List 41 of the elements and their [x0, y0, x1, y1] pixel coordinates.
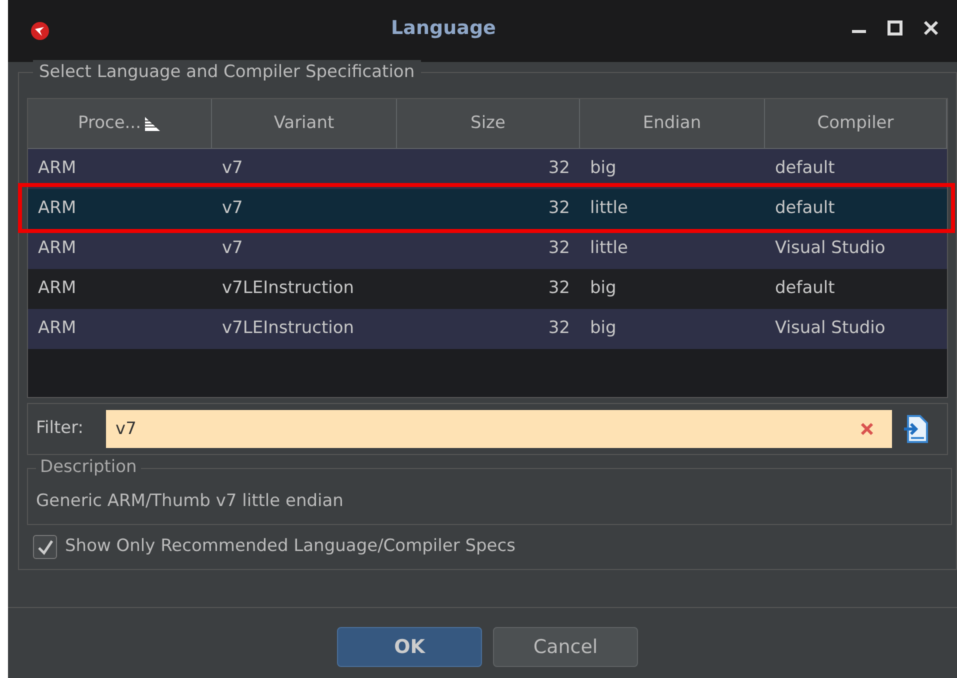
table-cell-text: big — [589, 317, 618, 340]
table-cell-text: little — [589, 237, 629, 260]
table-row[interactable]: ARM v7LEInstruction 32 big Visual Studio — [28, 309, 947, 349]
table-cell-text: ARM — [37, 197, 78, 220]
app-logo-icon — [30, 21, 50, 41]
table-cell-text: Visual Studio — [774, 237, 886, 260]
table-cell-text: v7 — [221, 157, 244, 180]
table-cell-text: ARM — [37, 277, 78, 300]
recommended-label: Show Only Recommended Language/Compiler Specs — [65, 535, 516, 558]
table-cell-text: 32 — [547, 277, 571, 300]
table-cell-text: Visual Studio — [774, 317, 886, 340]
table-row[interactable]: ARM v7 32 little default — [28, 189, 947, 229]
window-title: Language — [390, 16, 497, 41]
clear-icon[interactable] — [860, 422, 874, 436]
table-row[interactable]: ARM v7 32 big default — [28, 149, 947, 189]
table-cell-text: v7LEInstruction — [221, 317, 356, 340]
ok-button[interactable]: OK — [337, 627, 482, 667]
close-icon[interactable] — [923, 20, 939, 36]
filter-field[interactable]: v7 — [106, 410, 892, 448]
filter-label: Filter: — [36, 417, 84, 440]
table-cell-text: v7LEInstruction — [221, 277, 356, 300]
table-cell-text: ARM — [37, 157, 78, 180]
table-cell-text: big — [589, 157, 618, 180]
table-cell-text: ARM — [37, 237, 78, 260]
table-cell-text: big — [589, 277, 618, 300]
cancel-button[interactable]: Cancel — [493, 627, 638, 667]
table-cell-text: little — [589, 197, 629, 220]
table-cell-text: v7 — [221, 237, 244, 260]
description-text: Generic ARM/Thumb v7 little endian — [36, 490, 344, 513]
table-cell-text: 32 — [547, 197, 571, 220]
table-cell-text: default — [774, 277, 836, 300]
table-cell-text: ARM — [37, 317, 78, 340]
table-cell-text: default — [774, 197, 836, 220]
table-cell-text: 32 — [547, 157, 571, 180]
table-cell-text: 32 — [547, 237, 571, 260]
recommended-checkbox[interactable] — [33, 534, 57, 559]
export-icon[interactable] — [902, 414, 930, 444]
table-cell-text: v7 — [221, 197, 244, 220]
table-cell-text: default — [774, 157, 836, 180]
maximize-icon[interactable] — [887, 20, 903, 36]
table-cell-text: 32 — [547, 317, 571, 340]
